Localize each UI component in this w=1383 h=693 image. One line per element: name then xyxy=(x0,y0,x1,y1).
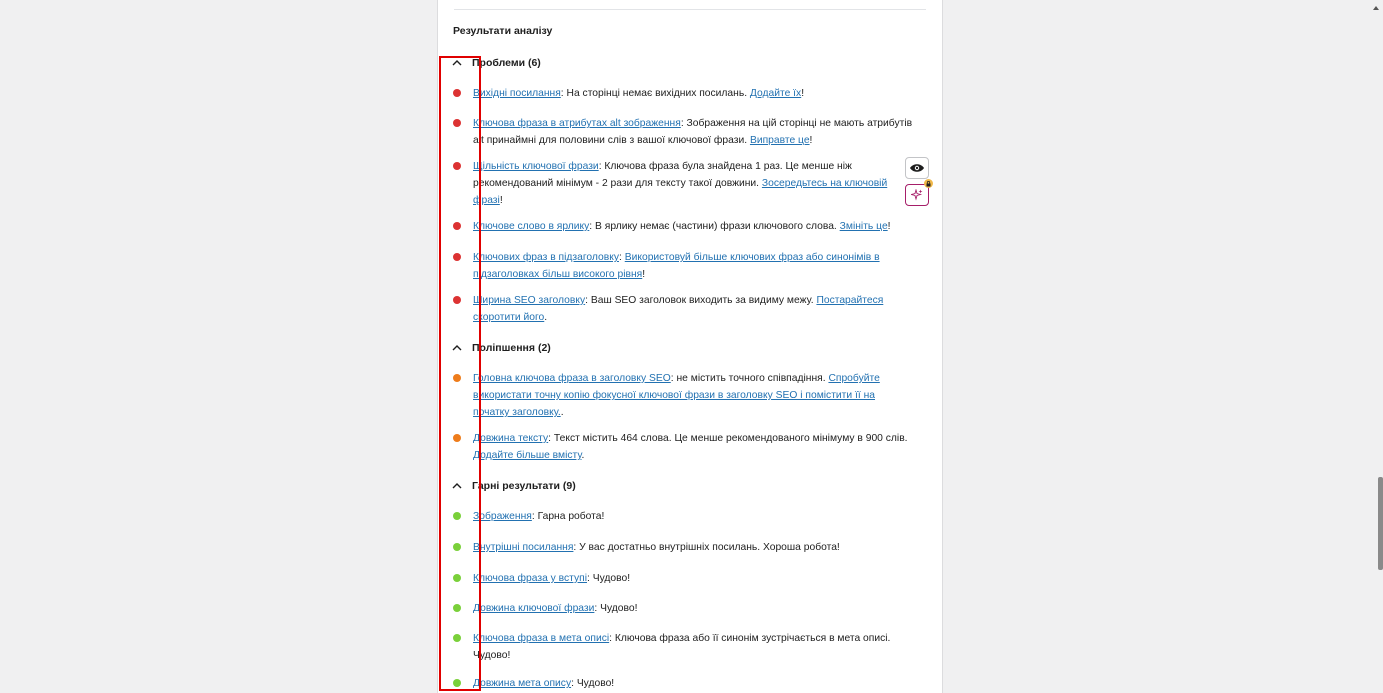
group-label: Проблеми (6) xyxy=(472,57,541,69)
problem-bullet-icon xyxy=(453,89,461,97)
assessment-link[interactable]: Ключова фраза в мета описі xyxy=(473,633,609,644)
assessment-text: : В ярлику немає (частини) фрази ключово… xyxy=(589,221,840,232)
problem-bullet-icon xyxy=(453,296,461,304)
divider xyxy=(454,9,926,10)
assessment-tail: ! xyxy=(801,88,805,99)
list-item: Ключове слово в ярлику: В ярлику немає (… xyxy=(453,218,913,235)
problem-bullet-icon xyxy=(453,222,461,230)
assessment-tail: . xyxy=(544,312,548,323)
assessment-link[interactable]: Ключова фраза в атрибутах alt зображення xyxy=(473,118,681,129)
action-link[interactable]: Додайте більше вмісту xyxy=(473,450,582,461)
scroll-up-arrow-icon[interactable] xyxy=(1373,6,1379,10)
assessment-link[interactable]: Головна ключова фраза в заголовку SEO xyxy=(473,373,671,384)
assessment-text: : Чудово! xyxy=(587,573,631,584)
good-bullet-icon xyxy=(453,604,461,612)
problem-bullet-icon xyxy=(453,162,461,170)
good-bullet-icon xyxy=(453,574,461,582)
assessment-text: : Ваш SEO заголовок виходить за видиму м… xyxy=(585,295,817,306)
sparkle-icon xyxy=(911,189,923,201)
assessment-text: : У вас достатньо внутрішніх посилань. Х… xyxy=(573,542,840,553)
action-link[interactable]: Додайте їх xyxy=(750,88,801,99)
good-bullet-icon xyxy=(453,679,461,687)
group-toggle-improvements[interactable]: Поліпшення (2) xyxy=(450,342,551,354)
action-link[interactable]: Виправте це xyxy=(750,135,810,146)
list-item: Довжина мета опису: Чудово! xyxy=(453,675,913,692)
list-item: Ключова фраза в атрибутах alt зображення… xyxy=(453,115,913,149)
highlight-toggle-button[interactable] xyxy=(905,157,929,179)
problem-bullet-icon xyxy=(453,119,461,127)
assessment-link[interactable]: Ширина SEO заголовку xyxy=(473,295,585,306)
assessment-tail: ! xyxy=(499,195,503,206)
list-item: Внутрішні посилання: У вас достатньо вну… xyxy=(453,539,913,556)
improvement-bullet-icon xyxy=(453,374,461,382)
good-bullet-icon xyxy=(453,543,461,551)
action-link[interactable]: Змініть це xyxy=(840,221,888,232)
list-item: Ключова фраза в мета описі: Ключова фраз… xyxy=(453,630,913,664)
list-item: Щільність ключової фрази: Ключова фраза … xyxy=(453,158,893,209)
scrollbar-thumb[interactable] xyxy=(1378,477,1383,570)
lock-icon xyxy=(924,179,933,188)
assessment-tail: . xyxy=(560,407,564,418)
good-bullet-icon xyxy=(453,512,461,520)
group-toggle-problems[interactable]: Проблеми (6) xyxy=(450,57,541,69)
group-label: Гарні результати (9) xyxy=(472,480,576,492)
assessment-text: : Текст містить 464 слова. Це менше реко… xyxy=(548,433,908,444)
assessment-text: : Чудово! xyxy=(571,678,615,689)
analysis-results-title: Результати аналізу xyxy=(453,25,553,37)
assessment-link[interactable]: Щільність ключової фрази xyxy=(473,161,599,172)
chevron-up-icon xyxy=(452,345,462,351)
chevron-up-icon xyxy=(452,60,462,66)
list-item: Довжина тексту: Текст містить 464 слова.… xyxy=(453,430,913,464)
assessment-tail: ! xyxy=(887,221,891,232)
assessment-tail: . xyxy=(581,450,585,461)
assessment-link[interactable]: Довжина ключової фрази xyxy=(473,603,594,614)
list-item: Довжина ключової фрази: Чудово! xyxy=(453,600,913,617)
eye-icon xyxy=(910,164,924,172)
assessment-link[interactable]: Ключових фраз в підзаголовку xyxy=(473,252,619,263)
good-bullet-icon xyxy=(453,634,461,642)
assessment-tail: ! xyxy=(809,135,813,146)
seo-analysis-panel: Результати аналізу Проблеми (6) Вихідні … xyxy=(437,0,943,693)
list-item: Ключова фраза у вступі: Чудово! xyxy=(453,570,913,587)
assessment-text: : Гарна робота! xyxy=(531,511,605,522)
list-item: Вихідні посилання: На сторінці немає вих… xyxy=(453,85,913,102)
assessment-tail: ! xyxy=(642,269,646,280)
list-item: Ширина SEO заголовку: Ваш SEO заголовок … xyxy=(453,292,913,326)
assessment-text: : На сторінці немає вихідних посилань. xyxy=(560,88,750,99)
assessment-text: : Чудово! xyxy=(594,603,638,614)
assessment-link[interactable]: Вихідні посилання xyxy=(473,88,561,99)
assessment-link[interactable]: Довжина тексту xyxy=(473,433,548,444)
assessment-link[interactable]: Внутрішні посилання xyxy=(473,542,573,553)
assessment-text: : не містить точного співпадіння. xyxy=(670,373,829,384)
list-item: Ключових фраз в підзаголовку: Використов… xyxy=(453,249,913,283)
assessment-link[interactable]: Зображення xyxy=(473,511,532,522)
group-label: Поліпшення (2) xyxy=(472,342,551,354)
improvement-bullet-icon xyxy=(453,434,461,442)
assessment-link[interactable]: Ключове слово в ярлику xyxy=(473,221,589,232)
problem-bullet-icon xyxy=(453,253,461,261)
assessment-link[interactable]: Довжина мета опису xyxy=(473,678,571,689)
group-toggle-good-results[interactable]: Гарні результати (9) xyxy=(450,480,576,492)
list-item: Головна ключова фраза в заголовку SEO: н… xyxy=(453,370,913,421)
list-item: Зображення: Гарна робота! xyxy=(453,508,913,525)
assessment-link[interactable]: Ключова фраза у вступі xyxy=(473,573,587,584)
chevron-up-icon xyxy=(452,483,462,489)
